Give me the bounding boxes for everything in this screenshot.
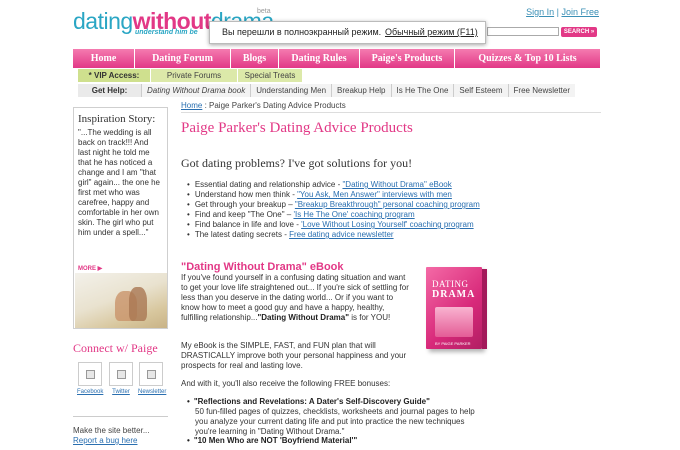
- ebook-cover-image[interactable]: DATING DRAMA BY PAIGE PARKER: [426, 267, 488, 353]
- get-help-bar: Get Help: Dating Without Drama book Unde…: [78, 84, 576, 97]
- sidebar: Inspiration Story: "...The wedding is al…: [73, 107, 168, 445]
- twitter-icon: [109, 362, 133, 386]
- search-button[interactable]: SEARCH »: [561, 27, 597, 37]
- bonus-title: "Reflections and Revelations: A Dater's …: [187, 397, 487, 407]
- facebook-link[interactable]: Facebook: [77, 362, 103, 395]
- list-item: The latest dating secrets - Free dating …: [187, 230, 601, 240]
- beach-couple-image: [75, 273, 167, 328]
- twitter-label: Twitter: [112, 389, 130, 395]
- bonus-description: 50 fun-filled pages of quizzes, checklis…: [195, 407, 475, 436]
- bonus-item: "10 Men Who are NOT 'Boyfriend Material'…: [187, 436, 487, 446]
- newsletter-icon: [139, 362, 163, 386]
- feedback-text: Make the site better...: [73, 426, 150, 435]
- nav-blogs[interactable]: Blogs: [231, 49, 279, 68]
- connect-title: Connect w/ Paige: [73, 341, 158, 355]
- facebook-label: Facebook: [77, 389, 104, 395]
- list-item: Get through your breakup – "Breakup Brea…: [187, 200, 601, 210]
- product-link[interactable]: 'Love Without Losing Yourself' coaching …: [301, 220, 474, 229]
- newsletter-link[interactable]: Newsletter: [138, 362, 167, 395]
- vip-access-bar: * VIP Access: Private Forums Special Tre…: [78, 69, 302, 82]
- ebook-pitch: My eBook is the SIMPLE, FAST, and FUN pl…: [181, 341, 407, 370]
- account-links: Sign In | Join Free: [526, 7, 599, 17]
- inspiration-story-box: Inspiration Story: "...The wedding is al…: [73, 107, 168, 329]
- help-self-esteem[interactable]: Self Esteem: [453, 84, 508, 97]
- page: datingwithoutdrama beta understand him b…: [0, 0, 680, 450]
- vip-special-treats[interactable]: Special Treats: [237, 69, 302, 82]
- logo-dating: dating: [73, 8, 133, 34]
- join-free-link[interactable]: Join Free: [561, 7, 599, 17]
- story-title: Inspiration Story:: [78, 113, 156, 125]
- product-list: Essential dating and relationship advice…: [187, 180, 601, 240]
- nav-paiges-products[interactable]: Paige's Products: [360, 49, 455, 68]
- help-breakup[interactable]: Breakup Help: [331, 84, 391, 97]
- product-link[interactable]: "Dating Without Drama" eBook: [342, 180, 451, 189]
- cover-author: BY PAIGE PARKER: [435, 341, 471, 346]
- site-tagline: understand him be: [135, 29, 198, 36]
- vip-private-forums[interactable]: Private Forums: [150, 69, 237, 82]
- list-item: Understand how men think - "You Ask, Men…: [187, 190, 601, 200]
- nav-dating-forum[interactable]: Dating Forum: [135, 49, 231, 68]
- bonus-item: "Reflections and Revelations: A Dater's …: [187, 397, 487, 437]
- product-link[interactable]: Free dating advice newsletter: [289, 230, 394, 239]
- help-is-he-the-one[interactable]: Is He The One: [390, 84, 454, 97]
- breadcrumb: Home : Paige Parker's Dating Advice Prod…: [181, 101, 601, 110]
- nav-quizzes[interactable]: Quizzes & Top 10 Lists: [455, 49, 600, 68]
- get-help-label: Get Help:: [91, 86, 128, 95]
- search-input[interactable]: [487, 27, 559, 36]
- ebook-intro: If you've found yourself in a confusing …: [181, 273, 409, 322]
- list-item: Essential dating and relationship advice…: [187, 180, 601, 190]
- breadcrumb-current: : Paige Parker's Dating Advice Products: [202, 101, 346, 110]
- help-dwd-book[interactable]: Dating Without Drama book: [141, 84, 251, 97]
- nav-home[interactable]: Home: [73, 49, 135, 68]
- breadcrumb-divider: [181, 112, 601, 113]
- help-free-newsletter[interactable]: Free Newsletter: [507, 84, 576, 97]
- list-item: Find and keep "The One" – 'Is He The One…: [187, 210, 601, 220]
- ebook-bonus-intro: And with it, you'll also receive the fol…: [181, 379, 391, 388]
- page-subtitle: Got dating problems? I've got solutions …: [181, 156, 413, 170]
- cover-title-line2: DRAMA: [432, 289, 476, 300]
- fullscreen-notification: Вы перешли в полноэкранный режим. Обычны…: [209, 21, 486, 44]
- facebook-icon: [78, 362, 102, 386]
- cover-title-line1: DATING: [432, 279, 469, 289]
- breadcrumb-home[interactable]: Home: [181, 101, 202, 110]
- product-link[interactable]: "You Ask, Men Answer" interviews with me…: [297, 190, 452, 199]
- list-item: Find balance in life and love - 'Love Wi…: [187, 220, 601, 230]
- twitter-link[interactable]: Twitter: [108, 362, 134, 395]
- feedback-box: Make the site better... Report a bug her…: [73, 426, 149, 446]
- story-text: "...The wedding is all back on track!!! …: [78, 128, 161, 237]
- product-link[interactable]: "Breakup Breakthrough" personal coaching…: [295, 200, 480, 209]
- bonus-title: "10 Men Who are NOT 'Boyfriend Material'…: [187, 436, 487, 446]
- report-bug-link[interactable]: Report a bug here: [73, 436, 149, 446]
- page-title: Paige Parker's Dating Advice Products: [181, 120, 413, 136]
- main-nav: Home Dating Forum Blogs Dating Rules Pai…: [73, 49, 600, 68]
- sidebar-divider: [73, 416, 168, 417]
- main-content: Home : Paige Parker's Dating Advice Prod…: [181, 101, 601, 445]
- fullscreen-message: Вы перешли в полноэкранный режим.: [222, 27, 382, 37]
- newsletter-label: Newsletter: [138, 389, 167, 395]
- ebook-heading: "Dating Without Drama" eBook: [181, 261, 344, 273]
- beta-label: beta: [257, 8, 271, 15]
- help-understanding-men[interactable]: Understanding Men: [250, 84, 332, 97]
- vip-access-label: * VIP Access:: [78, 69, 150, 82]
- sign-in-link[interactable]: Sign In: [526, 7, 554, 17]
- nav-dating-rules[interactable]: Dating Rules: [279, 49, 360, 68]
- exit-fullscreen-link[interactable]: Обычный режим (F11): [385, 22, 478, 43]
- story-more-link[interactable]: MORE ▶: [78, 265, 102, 272]
- product-link[interactable]: 'Is He The One' coaching program: [293, 210, 414, 219]
